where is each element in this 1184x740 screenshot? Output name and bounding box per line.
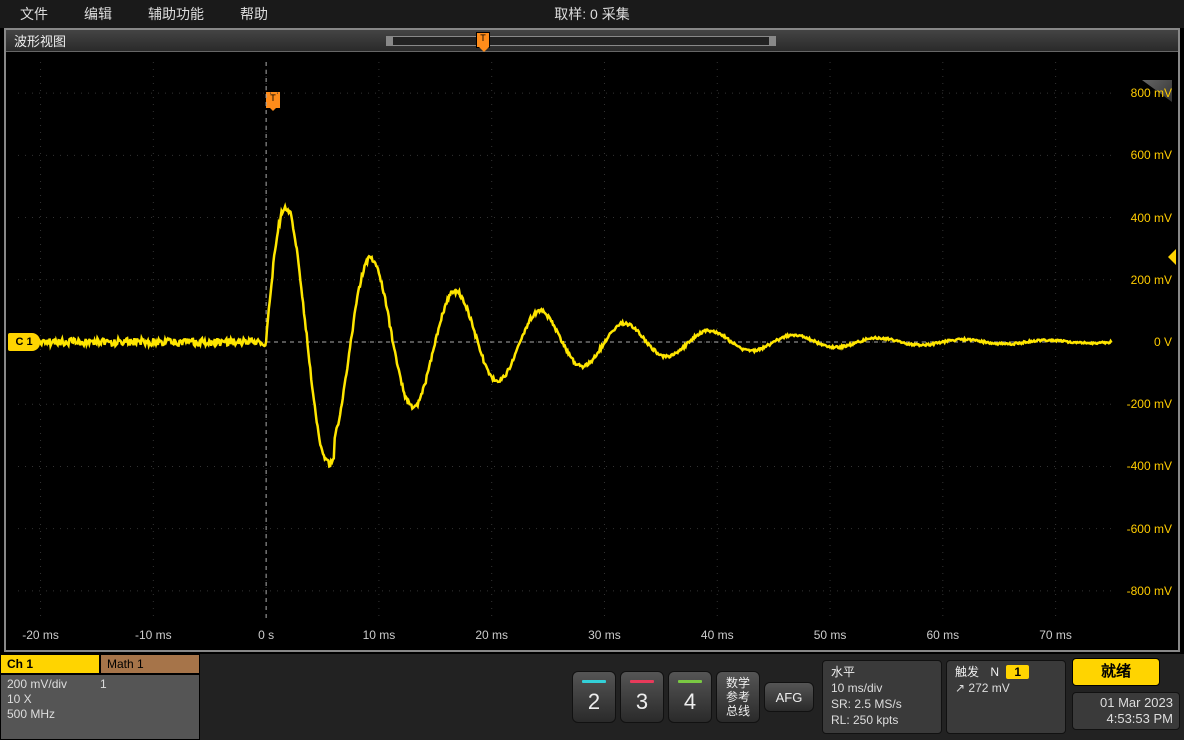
horizontal-info[interactable]: 水平 10 ms/div SR: 2.5 MS/s RL: 250 kpts — [822, 660, 942, 734]
tab-math1[interactable]: Math 1 — [100, 654, 200, 674]
plot-area[interactable]: T C 1 800 mV600 mV400 mV200 mV0 V-200 mV… — [6, 52, 1178, 650]
x-tick-label: 30 ms — [588, 628, 621, 642]
trigger-header: 触发 N 1 — [955, 664, 1057, 680]
bottom-panel: Ch 1 Math 1 200 mV/div 10 X 500 MHz 1 2 … — [0, 654, 1184, 740]
math1-val: 1 — [100, 677, 193, 692]
waveform-view: 波形视图 T T C 1 800 mV 600 mV 400 mV 200 mV 0 V… — [4, 28, 1180, 652]
x-tick-label: 50 ms — [814, 628, 847, 642]
y-tick-label: 800 mV — [1131, 86, 1172, 100]
trigger-level: 272 mV — [968, 681, 1009, 695]
x-tick-label: 10 ms — [363, 628, 396, 642]
horizontal-sr: SR: 2.5 MS/s — [831, 696, 933, 712]
date: 01 Mar 2023 — [1079, 695, 1173, 711]
channel-tabs: Ch 1 Math 1 200 mV/div 10 X 500 MHz 1 — [0, 654, 200, 740]
trigger-marker-icon[interactable]: T — [476, 32, 490, 48]
ch1-probe: 10 X — [7, 692, 100, 707]
acquisition-status: 取样: 0 采集 — [554, 4, 629, 24]
ch1-bw: 500 MHz — [7, 707, 100, 722]
x-tick-label: 20 ms — [475, 628, 508, 642]
run-status-button[interactable]: 就绪 — [1072, 658, 1160, 686]
channel-4-button[interactable]: 4 — [668, 671, 712, 723]
y-tick-label: 200 mV — [1131, 273, 1172, 287]
time: 4:53:53 PM — [1079, 711, 1173, 727]
menu-aux[interactable]: 辅助功能 — [148, 4, 204, 24]
math-ref-bus-button[interactable]: 数学参考总线 — [716, 671, 760, 723]
view-title-bar: 波形视图 T — [6, 30, 1178, 52]
horizontal-rl: RL: 250 kpts — [831, 712, 933, 728]
horizontal-overview-bar[interactable] — [386, 36, 776, 46]
view-title: 波形视图 — [6, 31, 74, 50]
menu-edit[interactable]: 编辑 — [84, 4, 112, 24]
menu-bar: 文件 编辑 辅助功能 帮助 取样: 0 采集 — [0, 0, 1184, 28]
menu-file[interactable]: 文件 — [20, 4, 48, 24]
channel-3-button[interactable]: 3 — [620, 671, 664, 723]
x-axis-labels: -20 ms -10 ms 0 s 10 ms 20 ms 30 ms 40 ms 50 ms… — [6, 628, 1118, 646]
trigger-source-badge: 1 — [1006, 665, 1029, 679]
trigger-info[interactable]: 触发 N 1 ↗ 272 mV — [946, 660, 1066, 734]
waveform-canvas — [6, 52, 1174, 648]
x-tick-label: 60 ms — [926, 628, 959, 642]
channel-info[interactable]: 200 mV/div 10 X 500 MHz 1 — [0, 674, 200, 740]
x-tick-label: 0 s — [258, 628, 274, 642]
channel-2-button[interactable]: 2 — [572, 671, 616, 723]
x-tick-label: -20 ms — [22, 628, 59, 642]
channel-buttons: 2 3 4 数学参考总线 AFG — [566, 654, 820, 740]
horizontal-tdiv: 10 ms/div — [831, 680, 933, 696]
channel-1-badge[interactable]: C 1 — [8, 333, 40, 351]
horizontal-header: 水平 — [831, 664, 933, 680]
x-tick-label: 40 ms — [701, 628, 734, 642]
afg-button[interactable]: AFG — [764, 682, 814, 712]
datetime-display[interactable]: 01 Mar 2023 4:53:53 PM — [1072, 692, 1180, 730]
y-axis-labels: 800 mV 600 mV 400 mV 200 mV 0 V -200 mV -400 m… — [1116, 52, 1172, 624]
y-tick-label: -800 mV — [1127, 584, 1172, 598]
y-tick-label: 0 V — [1154, 335, 1172, 349]
ch1-vdiv: 200 mV/div — [7, 677, 100, 692]
y-tick-label: 400 mV — [1131, 211, 1172, 225]
y-tick-label: -600 mV — [1127, 522, 1172, 536]
y-tick-label: -400 mV — [1127, 459, 1172, 473]
menu-help[interactable]: 帮助 — [240, 4, 268, 24]
tab-ch1[interactable]: Ch 1 — [0, 654, 100, 674]
trigger-mode: N — [990, 665, 999, 679]
y-tick-label: -200 mV — [1127, 397, 1172, 411]
x-tick-label: 70 ms — [1039, 628, 1072, 642]
x-tick-label: -10 ms — [135, 628, 172, 642]
rising-edge-icon: ↗ — [955, 681, 965, 695]
y-tick-label: 600 mV — [1131, 148, 1172, 162]
